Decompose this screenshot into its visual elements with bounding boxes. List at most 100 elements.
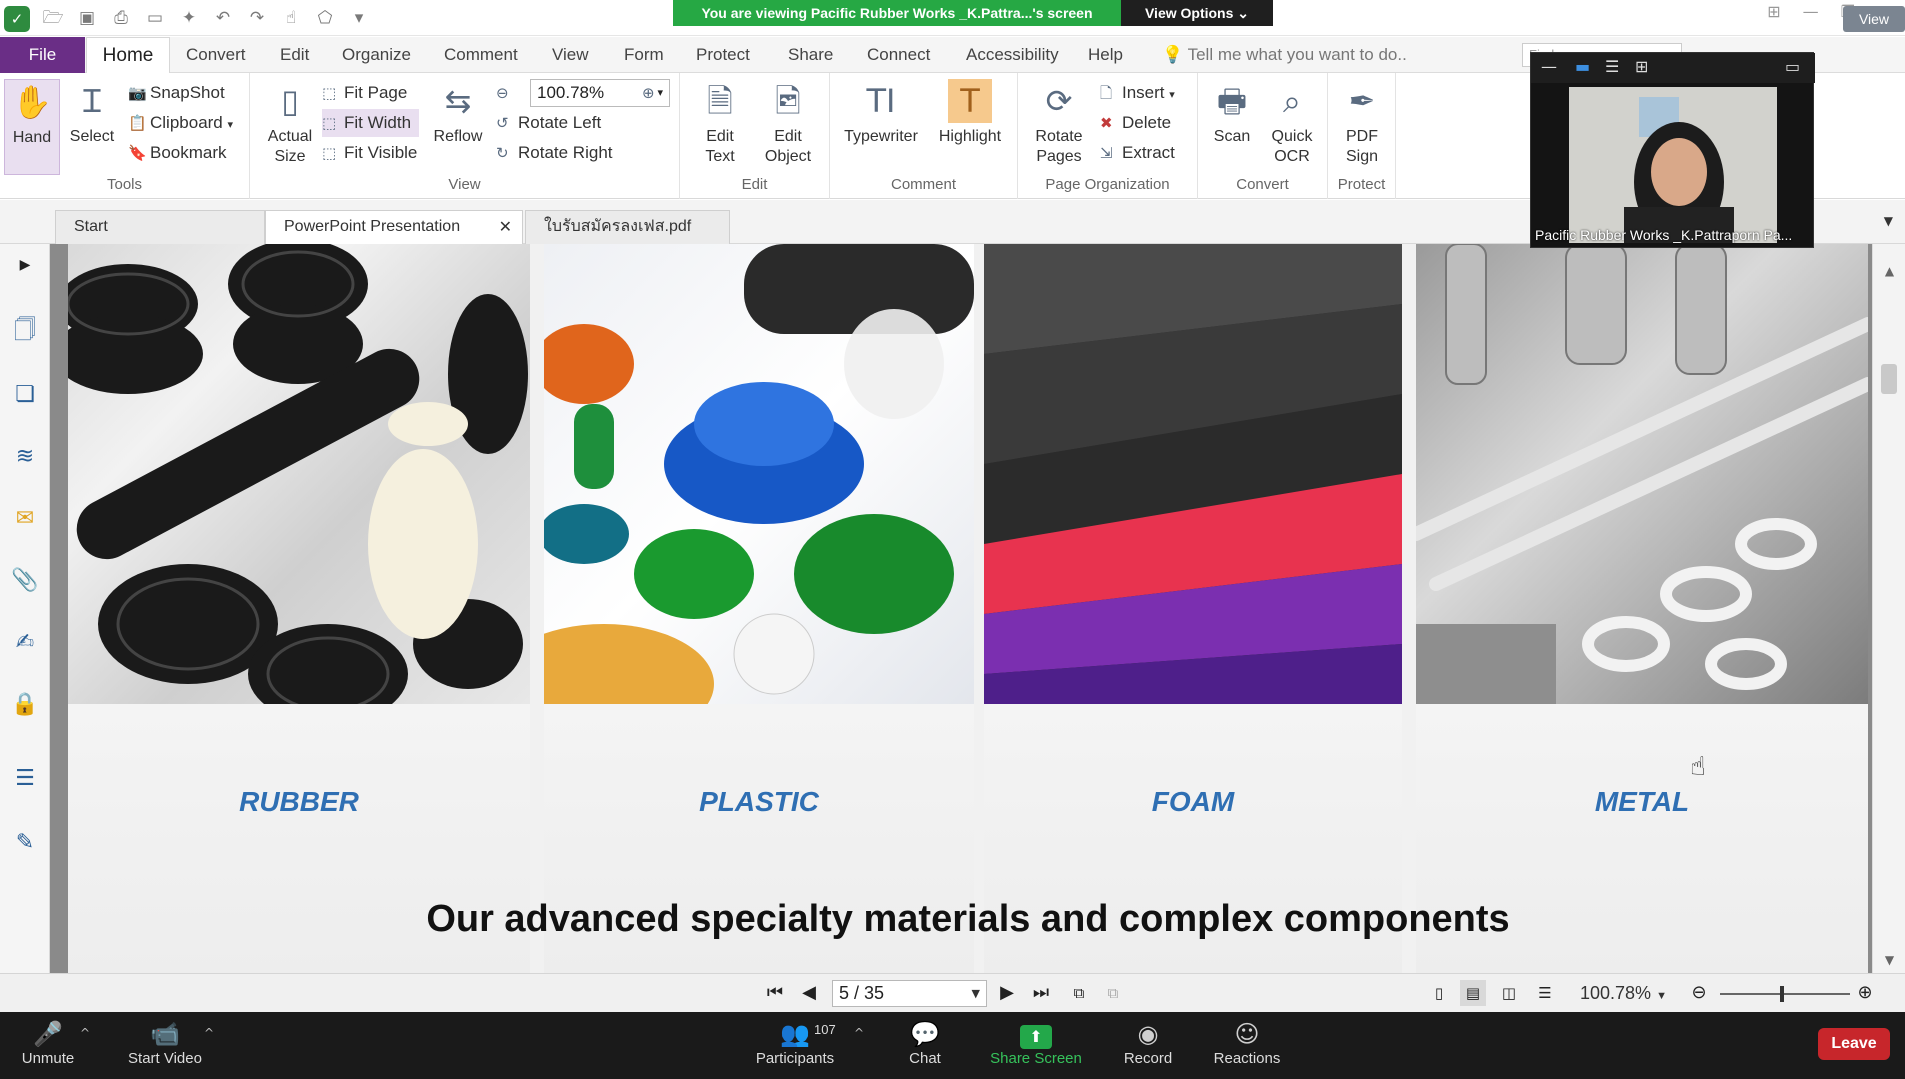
fit-page-button[interactable]: ⬚ Fit Page bbox=[322, 79, 407, 107]
menu-help[interactable]: Help bbox=[1074, 37, 1137, 73]
typewriter-button[interactable]: TI Typewriter bbox=[840, 79, 922, 147]
menu-connect[interactable]: Connect bbox=[853, 37, 944, 73]
extract-button[interactable]: ⇲ Extract bbox=[1100, 139, 1175, 167]
menu-file[interactable]: File bbox=[0, 37, 85, 73]
tools-wrench-icon[interactable]: ✎ bbox=[10, 828, 40, 858]
document-viewport[interactable]: RUBBER PLASTIC FOAM METAL Our advanced s… bbox=[50, 244, 1872, 973]
layers-icon[interactable]: ≋ bbox=[10, 442, 40, 472]
print-icon[interactable]: ⎙ bbox=[108, 6, 134, 30]
rotate-right-button[interactable]: ↻ Rotate Right bbox=[496, 139, 613, 167]
hand-button[interactable]: ✋ Hand bbox=[4, 79, 60, 175]
menu-view[interactable]: View bbox=[538, 37, 603, 73]
zoom-in-icon[interactable]: ⊕ bbox=[1852, 980, 1878, 1006]
pages-icon[interactable]: ❏ bbox=[10, 380, 40, 410]
rotate-pages-button[interactable]: ⟳ Rotate Pages bbox=[1024, 79, 1094, 167]
snapshot-button[interactable]: 📷 SnapShot bbox=[128, 79, 225, 107]
hand-tool-icon[interactable]: ☝ bbox=[278, 6, 304, 30]
new-icon[interactable]: ✦ bbox=[176, 6, 202, 30]
continuous-facing-icon[interactable]: ☰ bbox=[1532, 980, 1558, 1006]
video-options-icon[interactable]: ^ bbox=[204, 1026, 214, 1040]
zoom-in-icon[interactable]: ⊕ bbox=[642, 79, 664, 107]
comments-icon[interactable]: ✉ bbox=[10, 504, 40, 534]
speaker-view-icon[interactable]: ▬ bbox=[1575, 57, 1590, 76]
next-page-icon[interactable]: ▶ bbox=[994, 980, 1020, 1006]
fit-width-button[interactable]: ⬚ Fit Width bbox=[322, 109, 420, 137]
menu-edit[interactable]: Edit bbox=[266, 37, 323, 73]
menu-share[interactable]: Share bbox=[774, 37, 847, 73]
previous-view-icon[interactable]: ⧉ bbox=[1066, 980, 1092, 1006]
previous-page-icon[interactable]: ◀ bbox=[796, 980, 822, 1006]
exit-video-panel-icon[interactable]: ▭ bbox=[1785, 57, 1800, 76]
leave-button[interactable]: Leave bbox=[1818, 1028, 1890, 1060]
menu-form[interactable]: Form bbox=[610, 37, 678, 73]
highlight-button[interactable]: T Highlight bbox=[930, 79, 1010, 147]
start-video-button[interactable]: 📹 Start Video bbox=[122, 1018, 208, 1067]
customize-icon[interactable]: ▾ bbox=[346, 6, 372, 30]
unmute-button[interactable]: 🎤 Unmute bbox=[18, 1018, 78, 1067]
edit-text-button[interactable]: 🗎 Edit Text bbox=[690, 79, 750, 167]
reactions-button[interactable]: ☺ Reactions bbox=[1212, 1018, 1282, 1067]
fields-icon[interactable]: ☰ bbox=[10, 764, 40, 794]
share-screen-button[interactable]: ⬆ Share Screen bbox=[990, 1018, 1082, 1067]
minimize-icon[interactable]: — bbox=[1803, 2, 1819, 21]
save-icon[interactable]: ▣ bbox=[74, 6, 100, 30]
zoom-out-icon[interactable]: ⊖ bbox=[1686, 980, 1712, 1006]
scroll-thumb[interactable] bbox=[1881, 364, 1897, 394]
tab-start[interactable]: Start bbox=[55, 210, 265, 244]
select-button[interactable]: Ɪ Select bbox=[64, 79, 120, 147]
menu-protect[interactable]: Protect bbox=[682, 37, 764, 73]
security-lock-icon[interactable]: 🔒 bbox=[10, 690, 40, 720]
tab-powerpoint-presentation[interactable]: PowerPoint Presentation ✕ bbox=[265, 210, 523, 244]
chat-button[interactable]: 💬 Chat bbox=[900, 1018, 950, 1067]
zoom-slider[interactable] bbox=[1720, 986, 1850, 1002]
bookmark-button[interactable]: 🔖 Bookmark bbox=[128, 139, 227, 167]
rotate-left-button[interactable]: ↺ Rotate Left bbox=[496, 109, 601, 137]
facing-pages-icon[interactable]: ◫ bbox=[1496, 980, 1522, 1006]
scroll-down-icon[interactable]: ▼ bbox=[1873, 953, 1905, 967]
shapes-icon[interactable]: ⬠ bbox=[312, 6, 338, 30]
vertical-scrollbar[interactable]: ▲ ▼ bbox=[1872, 244, 1905, 973]
strip-view-icon[interactable]: ☰ bbox=[1605, 57, 1619, 76]
undo-icon[interactable]: ↶ bbox=[210, 6, 236, 30]
zoom-slider-knob[interactable] bbox=[1780, 986, 1784, 1002]
next-view-icon[interactable]: ⧉ bbox=[1100, 980, 1126, 1006]
quick-ocr-button[interactable]: ⌕ Quick OCR bbox=[1262, 79, 1322, 167]
menu-accessibility[interactable]: Accessibility bbox=[952, 37, 1073, 73]
redo-icon[interactable]: ↷ bbox=[244, 6, 270, 30]
last-page-icon[interactable]: ⏭ bbox=[1028, 980, 1054, 1006]
view-options-button[interactable]: View Options ⌄ bbox=[1121, 0, 1273, 26]
menu-comment[interactable]: Comment bbox=[430, 37, 532, 73]
menu-organize[interactable]: Organize bbox=[328, 37, 425, 73]
signature-icon[interactable]: ✍ bbox=[10, 628, 40, 658]
participant-video-panel[interactable]: — ▬ ☰ ⊞ ▭ Pacific Rubber Works _K.Pattra… bbox=[1530, 52, 1815, 248]
menu-convert[interactable]: Convert bbox=[172, 37, 260, 73]
single-page-icon[interactable]: ▯ bbox=[1426, 980, 1452, 1006]
page-thumbnails-icon[interactable]: 🗍 bbox=[10, 316, 40, 346]
continuous-page-icon[interactable]: ▤ bbox=[1460, 980, 1486, 1006]
record-button[interactable]: ◉ Record bbox=[1120, 1018, 1176, 1067]
reflow-button[interactable]: ⇆ Reflow bbox=[430, 79, 486, 147]
tell-me-search[interactable]: 💡 Tell me what you want to do.. bbox=[1162, 37, 1407, 73]
window-icon[interactable]: ▭ bbox=[142, 6, 168, 30]
pdf-sign-button[interactable]: ✒ PDF Sign bbox=[1332, 79, 1392, 167]
menu-home[interactable]: Home bbox=[86, 37, 170, 73]
participants-options-icon[interactable]: ^ bbox=[854, 1026, 864, 1040]
edit-object-button[interactable]: 🖻 Edit Object bbox=[756, 79, 820, 167]
fit-visible-button[interactable]: ⬚ Fit Visible bbox=[322, 139, 417, 167]
delete-button[interactable]: ✖ Delete bbox=[1100, 109, 1171, 137]
open-folder-icon[interactable]: 🗁 bbox=[40, 6, 66, 30]
scan-button[interactable]: 🖶 Scan bbox=[1204, 79, 1260, 147]
page-number-field[interactable]: 5 / 35 ▼ bbox=[832, 980, 987, 1007]
minimize-video-icon[interactable]: — bbox=[1541, 57, 1557, 76]
insert-button[interactable]: 🗋 Insert ▾ bbox=[1100, 79, 1175, 107]
scroll-up-icon[interactable]: ▲ bbox=[1873, 264, 1905, 278]
first-page-icon[interactable]: ⏮ bbox=[762, 980, 788, 1006]
gallery-view-icon[interactable]: ⊞ bbox=[1635, 57, 1648, 76]
close-icon[interactable]: ✕ bbox=[499, 211, 512, 243]
tab-thai-pdf[interactable]: ใบรับสมัครลงเฟส.pdf bbox=[525, 210, 730, 244]
zoom-view-button[interactable]: View bbox=[1843, 6, 1905, 32]
audio-options-icon[interactable]: ^ bbox=[80, 1026, 90, 1040]
tab-list-icon[interactable]: ▼ bbox=[1884, 214, 1893, 228]
actual-size-button[interactable]: ▯ Actual Size bbox=[260, 79, 320, 167]
clipboard-button[interactable]: 📋 Clipboard ▾ bbox=[128, 109, 233, 137]
